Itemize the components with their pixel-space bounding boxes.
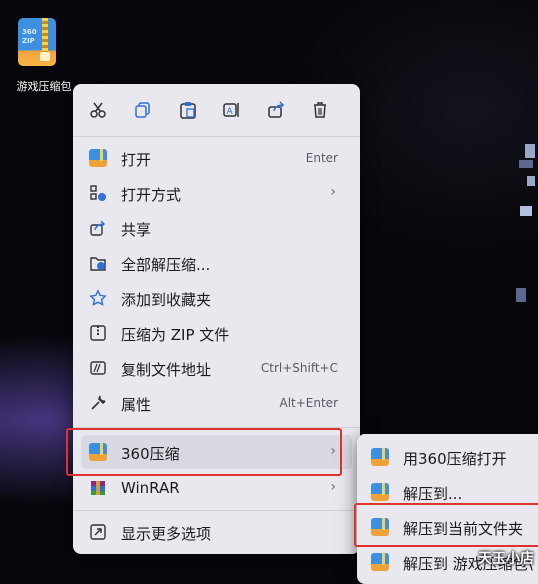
- menu-divider: [73, 136, 360, 137]
- background-fragment: [516, 288, 526, 302]
- cut-icon[interactable]: [86, 98, 110, 122]
- menu-item-label: 用360压缩打开: [403, 450, 507, 468]
- menu-item-label: 复制文件地址: [121, 361, 212, 379]
- menu-item-open[interactable]: 打开 Enter: [81, 141, 352, 175]
- copy-icon[interactable]: [131, 98, 155, 122]
- paste-icon[interactable]: [176, 98, 200, 122]
- copy-path-icon: [90, 361, 106, 375]
- app-360-icon: [371, 448, 389, 466]
- desktop-icon-label: 游戏压缩包: [16, 80, 72, 93]
- menu-item-label: 添加到收藏夹: [121, 291, 212, 309]
- menu-item-show-more[interactable]: 显示更多选项: [81, 515, 352, 549]
- menu-divider: [73, 510, 360, 511]
- delete-icon[interactable]: [308, 98, 332, 122]
- highlight-box: [354, 503, 538, 547]
- menu-item-label: 打开方式: [121, 186, 182, 204]
- menu-item-share[interactable]: 共享: [81, 211, 352, 245]
- chevron-right-icon: ›: [330, 184, 336, 200]
- background-fragment: [527, 176, 535, 186]
- winrar-icon: [91, 481, 105, 495]
- app-360-icon: [371, 483, 389, 501]
- menu-item-label: 压缩为 ZIP 文件: [121, 326, 230, 344]
- background-fragment: [525, 144, 535, 158]
- show-more-icon: [90, 524, 106, 540]
- menu-item-add-favorites[interactable]: 添加到收藏夹: [81, 281, 352, 315]
- shortcut-label: Alt+Enter: [279, 396, 338, 410]
- menu-item-label: WinRAR: [121, 479, 180, 497]
- svg-text:A: A: [227, 107, 234, 117]
- menu-item-label: 打开: [121, 151, 152, 169]
- shortcut-label: Ctrl+Shift+C: [260, 361, 338, 375]
- zip-archive-icon: [90, 325, 106, 341]
- context-menu: A 打开 Enter 打开方式 › 共享 全部解压缩... 添加到收藏夹 压缩为: [73, 84, 360, 554]
- menu-item-open-with[interactable]: 打开方式 ›: [81, 176, 352, 210]
- watermark: 天玉小店: [478, 551, 534, 567]
- menu-item-label: 共享: [121, 221, 152, 239]
- menu-item-label: 解压到...: [403, 485, 463, 503]
- menu-item-winrar[interactable]: WinRAR ›: [81, 471, 352, 505]
- chevron-right-icon: ›: [330, 479, 336, 495]
- extract-all-icon: [90, 257, 106, 271]
- share-icon: [90, 220, 105, 236]
- menu-item-label: 全部解压缩...: [121, 256, 211, 274]
- menu-item-label: 显示更多选项: [121, 525, 212, 543]
- rename-icon[interactable]: A: [220, 98, 244, 122]
- menu-item-copy-path[interactable]: 复制文件地址 Ctrl+Shift+C: [81, 351, 352, 385]
- zip-file-icon: 360 ZIP: [18, 18, 56, 66]
- shortcut-label: Enter: [305, 151, 338, 165]
- menu-item-compress-zip[interactable]: 压缩为 ZIP 文件: [81, 316, 352, 350]
- highlight-box: [66, 428, 342, 476]
- background-fragment: [520, 206, 532, 216]
- share-icon[interactable]: [264, 98, 288, 122]
- submenu-item-open-with-360[interactable]: 用360压缩打开: [363, 440, 538, 474]
- star-icon: [89, 289, 107, 306]
- menu-item-properties[interactable]: 属性 Alt+Enter: [81, 386, 352, 420]
- app-360-icon: [371, 553, 389, 571]
- menu-item-extract-all[interactable]: 全部解压缩...: [81, 246, 352, 280]
- background-fragment: [519, 160, 533, 168]
- app-360-icon: [89, 149, 107, 167]
- menu-toolbar: A: [73, 84, 360, 136]
- menu-item-label: 属性: [121, 396, 152, 414]
- open-with-icon: [90, 185, 106, 201]
- wrench-icon: [91, 395, 106, 410]
